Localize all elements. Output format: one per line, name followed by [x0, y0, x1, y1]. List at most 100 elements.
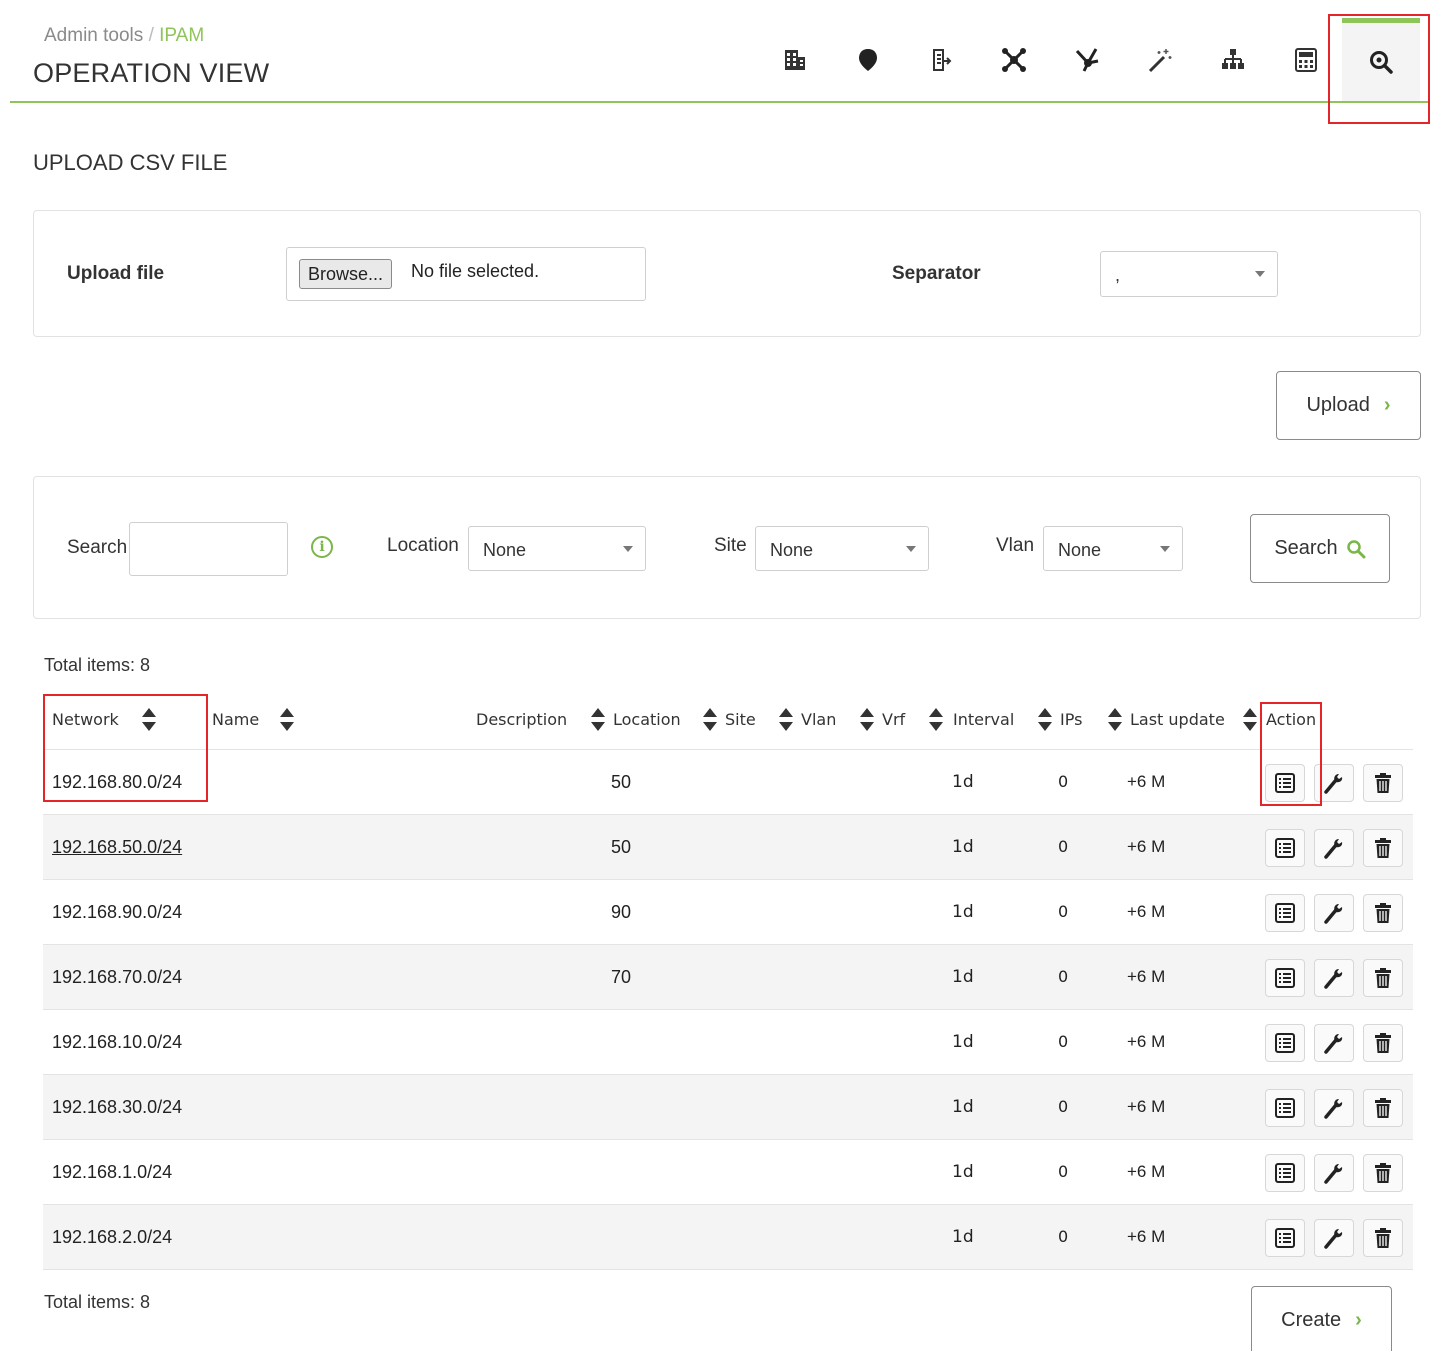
interval-cell: 1d [952, 837, 974, 857]
upload-button[interactable]: Upload › [1276, 371, 1421, 440]
trash-icon [1371, 836, 1395, 860]
column-vrf[interactable]: Vrf [882, 710, 905, 729]
network-cell[interactable]: 192.168.1.0/24 [52, 1162, 172, 1183]
tab-calculator[interactable] [1269, 18, 1342, 101]
column-description[interactable]: Description [476, 710, 567, 729]
view-details-button[interactable] [1265, 959, 1305, 997]
delete-button[interactable] [1363, 829, 1403, 867]
edit-button[interactable] [1314, 1089, 1354, 1127]
tab-export[interactable] [904, 18, 977, 101]
column-action: Action [1266, 710, 1317, 729]
view-details-button[interactable] [1265, 764, 1305, 802]
tab-superset[interactable] [1050, 18, 1123, 101]
column-site[interactable]: Site [725, 710, 756, 729]
delete-button[interactable] [1363, 894, 1403, 932]
vlan-select[interactable]: None [1043, 526, 1183, 571]
column-interval[interactable]: Interval [953, 710, 1014, 729]
view-details-button[interactable] [1265, 894, 1305, 932]
view-details-button[interactable] [1265, 829, 1305, 867]
network-cell[interactable]: 192.168.80.0/24 [52, 772, 182, 793]
table-header: Network Name Description Location Site V… [43, 690, 1413, 750]
edit-button[interactable] [1314, 1154, 1354, 1192]
site-label: Site [714, 535, 747, 556]
tab-wizard[interactable] [1123, 18, 1196, 101]
info-icon[interactable]: i [311, 536, 333, 558]
sort-icon[interactable] [1108, 708, 1122, 734]
delete-button[interactable] [1363, 764, 1403, 802]
delete-button[interactable] [1363, 1219, 1403, 1257]
column-ips[interactable]: IPs [1060, 710, 1082, 729]
sort-icon[interactable] [280, 708, 294, 734]
table-body: 192.168.80.0/24 50 1d 0 +6 M 192.168.50.0/24 5… [43, 750, 1413, 1270]
location-select[interactable]: None [468, 526, 646, 571]
delete-button[interactable] [1363, 1089, 1403, 1127]
delete-button[interactable] [1363, 959, 1403, 997]
column-network[interactable]: Network [52, 710, 119, 729]
interval-cell: 1d [952, 1032, 974, 1052]
sort-icon[interactable] [779, 708, 793, 734]
network-cell[interactable]: 192.168.70.0/24 [52, 967, 182, 988]
trash-icon [1371, 1096, 1395, 1120]
view-details-button[interactable] [1265, 1154, 1305, 1192]
last-update-cell: +6 M [1127, 837, 1166, 856]
file-input[interactable]: Browse... No file selected. [286, 247, 646, 301]
column-last-update[interactable]: Last update [1130, 710, 1225, 729]
map-pin-icon [858, 48, 877, 71]
separator-select[interactable]: , [1100, 251, 1278, 297]
search-icon [1346, 539, 1366, 558]
browse-button[interactable]: Browse... [299, 259, 393, 289]
network-cell[interactable]: 192.168.50.0/24 [52, 837, 182, 858]
tab-hierarchy[interactable] [1196, 18, 1269, 101]
sort-icon[interactable] [860, 708, 874, 734]
site-select[interactable]: None [755, 526, 929, 571]
interval-cell: 1d [952, 1162, 974, 1182]
edit-button[interactable] [1314, 1024, 1354, 1062]
view-details-button[interactable] [1265, 1024, 1305, 1062]
search-input[interactable] [129, 522, 288, 576]
edit-button[interactable] [1314, 959, 1354, 997]
total-items-bottom: Total items: 8 [44, 1292, 151, 1312]
breadcrumb-admin-tools[interactable]: Admin tools [44, 25, 143, 46]
edit-button[interactable] [1314, 764, 1354, 802]
column-name[interactable]: Name [212, 710, 259, 729]
networks-table: Network Name Description Location Site V… [43, 690, 1413, 1270]
sort-icon[interactable] [1243, 708, 1257, 734]
sort-icon[interactable] [703, 708, 717, 734]
network-cell[interactable]: 192.168.2.0/24 [52, 1227, 172, 1248]
edit-button[interactable] [1314, 894, 1354, 932]
sort-icon[interactable] [1038, 708, 1052, 734]
search-button[interactable]: Search [1250, 514, 1390, 583]
chevron-down-icon [906, 546, 916, 552]
tab-buildings[interactable] [758, 18, 831, 101]
column-vlan[interactable]: Vlan [801, 710, 836, 729]
search-button-label: Search [1274, 537, 1338, 559]
upload-panel: Upload file Browse... No file selected. … [33, 210, 1421, 337]
breadcrumb-ipam[interactable]: IPAM [159, 25, 204, 46]
edit-button[interactable] [1314, 1219, 1354, 1257]
sort-icon[interactable] [591, 708, 605, 734]
tab-locations[interactable] [831, 18, 904, 101]
edit-button[interactable] [1314, 829, 1354, 867]
vlan-value: None [1058, 540, 1102, 560]
ips-cell: 0 [1058, 837, 1069, 856]
tab-network-scan[interactable] [977, 18, 1050, 101]
network-cell[interactable]: 192.168.90.0/24 [52, 902, 182, 923]
list-icon [1273, 966, 1297, 990]
view-details-button[interactable] [1265, 1219, 1305, 1257]
column-location[interactable]: Location [613, 710, 681, 729]
trash-icon [1371, 901, 1395, 925]
last-update-cell: +6 M [1127, 1162, 1166, 1181]
sort-icon[interactable] [142, 708, 156, 734]
network-cell[interactable]: 192.168.10.0/24 [52, 1032, 182, 1053]
location-cell: 50 [611, 837, 632, 857]
tab-ip-search[interactable] [1342, 18, 1420, 101]
delete-button[interactable] [1363, 1024, 1403, 1062]
delete-button[interactable] [1363, 1154, 1403, 1192]
sort-icon[interactable] [929, 708, 943, 734]
network-cell[interactable]: 192.168.30.0/24 [52, 1097, 182, 1118]
site-value: None [770, 540, 814, 560]
vlan-label: Vlan [996, 535, 1035, 556]
view-details-button[interactable] [1265, 1089, 1305, 1127]
interval-cell: 1d [952, 902, 974, 922]
create-button[interactable]: Create › [1251, 1286, 1392, 1351]
